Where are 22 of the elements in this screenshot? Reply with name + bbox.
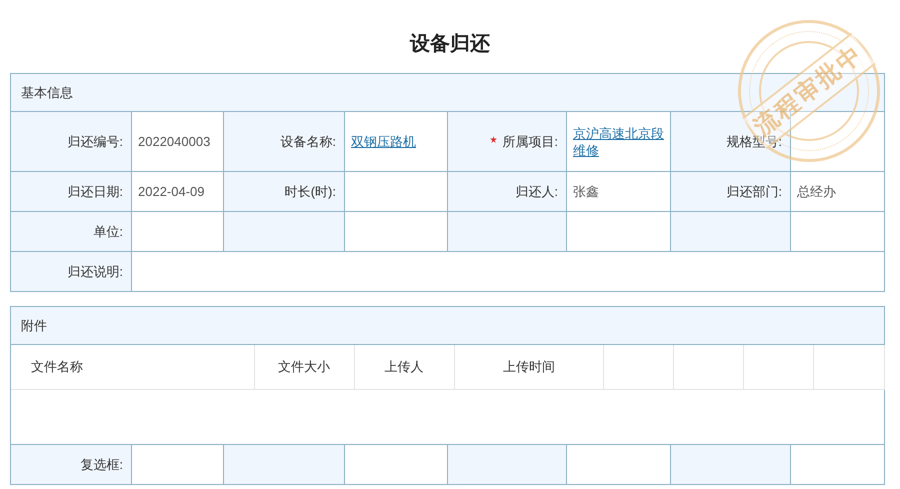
value-cell: 张鑫 <box>567 172 671 212</box>
field-label: 归还人: <box>515 182 558 201</box>
field-label: 所属项目: <box>502 132 558 151</box>
value-cell: 总经办 <box>791 172 885 212</box>
field-label: 时长(时): <box>284 182 336 201</box>
column-header: 上传人 <box>354 345 455 389</box>
column-header: 上传时间 <box>454 345 604 389</box>
field-link[interactable]: 双钢压路机 <box>351 133 416 150</box>
field-link[interactable]: 京沪高速北京段维修 <box>573 124 664 158</box>
field-label: 复选框: <box>80 456 123 474</box>
field-label: 归还日期: <box>67 182 123 201</box>
field-label: 归还编号: <box>67 132 123 151</box>
field-label: 归还说明: <box>67 262 123 281</box>
value-cell: 2022-04-09 <box>132 172 224 212</box>
column-header: 文件大小 <box>254 345 355 389</box>
section-header: 附件 <box>11 307 885 345</box>
column-header: 文件名称 <box>11 345 255 389</box>
field-label: 设备名称: <box>280 132 336 151</box>
page-title: 设备归还 <box>410 32 490 57</box>
value-cell: 2022040003 <box>132 112 224 172</box>
field-label: 单位: <box>93 222 123 241</box>
field-label: 归还部门: <box>726 182 782 201</box>
